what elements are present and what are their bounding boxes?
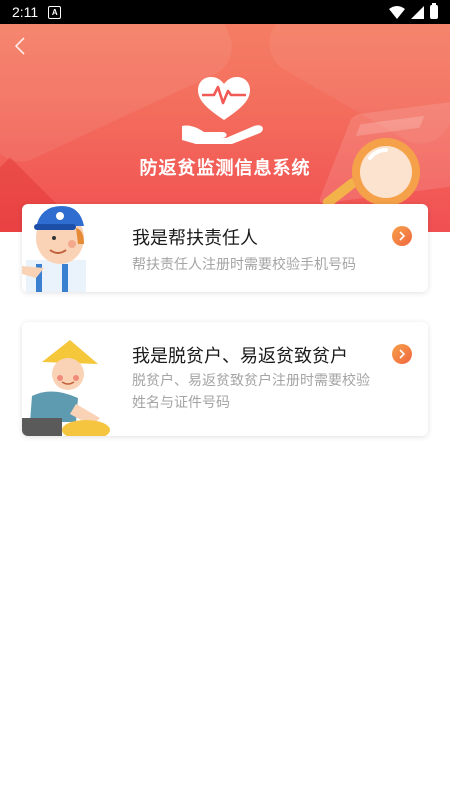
option-title: 我是帮扶责任人 [132,228,258,249]
option-title: 我是脱贫户、易返贫致贫户 [132,346,348,367]
chevron-right-icon [399,349,406,359]
arrow-button[interactable] [392,344,412,364]
option-description: 帮扶责任人注册时需要校验手机号码 [132,257,356,273]
option-card-helper[interactable]: 我是帮扶责任人 帮扶责任人注册时需要校验手机号码 [22,204,428,292]
signal-icon [411,5,424,19]
option-description: 脱贫户、易返贫致贫户注册时需要校验姓名与证件号码 [132,373,370,411]
status-bar: 2:11 A [0,0,450,24]
header-banner: 防返贫监测信息系统 [0,24,450,232]
arrow-button[interactable] [392,226,412,246]
option-card-household[interactable]: 我是脱贫户、易返贫致贫户 脱贫户、易返贫致贫户注册时需要校验姓名与证件号码 [22,322,428,436]
back-button[interactable] [10,36,30,56]
battery-icon [430,3,438,19]
heart-hand-icon [182,77,263,144]
chevron-right-icon [399,231,406,241]
wifi-icon [389,5,405,19]
notification-app-icon: A [48,5,62,19]
worker-avatar [22,206,86,292]
farmer-avatar [22,340,110,436]
chevron-left-icon [14,37,25,55]
status-time: 2:11 [12,4,39,20]
